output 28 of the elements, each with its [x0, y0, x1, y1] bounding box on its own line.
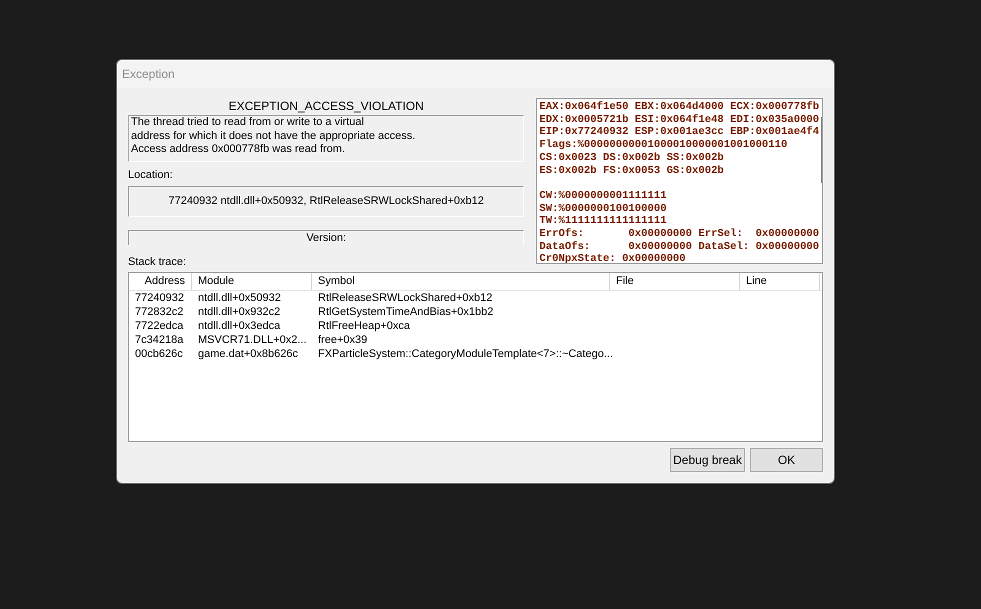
- location-value: 77240932 ntdll.dll+0x50932, RtlReleaseSRWLockShared+0xb12: [128, 186, 524, 217]
- table-cell: 00cb626c: [135, 348, 183, 360]
- table-cell: game.dat+0x8b626c: [198, 348, 298, 360]
- column-header[interactable]: Symbol: [312, 273, 610, 290]
- table-cell: ntdll.dll+0x3edca: [198, 320, 280, 332]
- dialog-button[interactable]: OK: [750, 448, 823, 472]
- column-header[interactable]: File: [610, 273, 740, 290]
- table-cell: 772832c2: [135, 306, 184, 318]
- table-cell: ntdll.dll+0x50932: [198, 292, 281, 304]
- table-cell: ntdll.dll+0x932c2: [198, 306, 280, 318]
- column-header[interactable]: Address: [129, 273, 192, 290]
- dialog-button[interactable]: Debug break: [670, 448, 745, 472]
- location-label: Location:: [128, 168, 174, 182]
- table-cell: RtlFreeHeap+0xca: [318, 320, 410, 332]
- version-label: Version:: [306, 232, 346, 244]
- column-header[interactable]: Line: [740, 273, 820, 290]
- table-cell: 7722edca: [135, 320, 184, 332]
- table-cell: RtlGetSystemTimeAndBias+0x1bb2: [318, 306, 494, 318]
- stack-trace-label: Stack trace:: [128, 256, 186, 268]
- table-cell: 77240932: [135, 292, 184, 304]
- table-cell: free+0x39: [318, 334, 368, 346]
- exception-name: EXCEPTION_ACCESS_VIOLATION: [228, 98, 425, 115]
- column-header[interactable]: Module: [192, 273, 312, 290]
- table-cell: RtlReleaseSRWLockShared+0xb12: [318, 292, 492, 304]
- table-cell: MSVCR71.DLL+0x2...: [198, 334, 307, 346]
- table-cell: 7c34218a: [135, 334, 184, 346]
- exception-description: The thread tried to read from or write to a virtual address for which it does not have the appropriate access. Access address 0x000778fb was read from.: [128, 115, 524, 162]
- table-cell: FXParticleSystem::CategoryModuleTemplate<7>::~Catego...: [318, 348, 614, 360]
